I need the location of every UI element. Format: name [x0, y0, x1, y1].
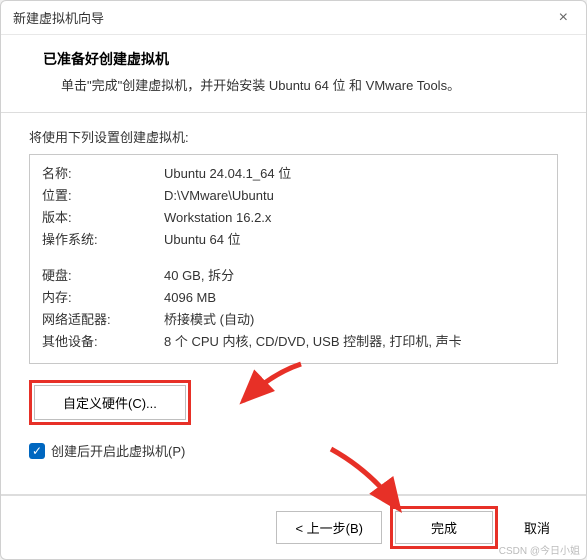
settings-label: 将使用下列设置创建虚拟机:: [29, 127, 558, 146]
setting-row: 网络适配器: 桥接模式 (自动): [42, 309, 545, 331]
header-section: 已准备好创建虚拟机 单击"完成"创建虚拟机，并开始安装 Ubuntu 64 位 …: [1, 35, 586, 112]
setting-val: 桥接模式 (自动): [164, 309, 545, 331]
checkbox-label: 创建后开启此虚拟机(P): [51, 441, 185, 460]
highlight-frame: 完成: [390, 506, 498, 549]
setting-row: 版本: Workstation 16.2.x: [42, 207, 545, 229]
setting-row: 内存: 4096 MB: [42, 287, 545, 309]
wizard-dialog: 新建虚拟机向导 × 已准备好创建虚拟机 单击"完成"创建虚拟机，并开始安装 Ub…: [0, 0, 587, 560]
page-subtitle: 单击"完成"创建虚拟机，并开始安装 Ubuntu 64 位 和 VMware T…: [29, 75, 558, 94]
setting-row: 其他设备: 8 个 CPU 内核, CD/DVD, USB 控制器, 打印机, …: [42, 331, 545, 353]
titlebar: 新建虚拟机向导 ×: [1, 1, 586, 35]
checkbox-checked-icon[interactable]: ✓: [29, 443, 45, 459]
setting-val: D:\VMware\Ubuntu: [164, 185, 545, 207]
close-icon[interactable]: ×: [553, 7, 574, 29]
setting-key: 其他设备:: [42, 331, 164, 353]
setting-row: 硬盘: 40 GB, 拆分: [42, 265, 545, 287]
watermark: CSDN @今日小姐: [499, 542, 580, 557]
setting-val: 40 GB, 拆分: [164, 265, 545, 287]
cancel-button[interactable]: 取消: [506, 512, 568, 543]
setting-key: 操作系统:: [42, 229, 164, 251]
setting-val: Workstation 16.2.x: [164, 207, 545, 229]
setting-val: Ubuntu 24.04.1_64 位: [164, 163, 545, 185]
highlight-frame: 自定义硬件(C)...: [29, 380, 191, 425]
setting-key: 版本:: [42, 207, 164, 229]
setting-val: 8 个 CPU 内核, CD/DVD, USB 控制器, 打印机, 声卡: [164, 331, 545, 353]
customize-hardware-button[interactable]: 自定义硬件(C)...: [34, 385, 186, 420]
setting-key: 位置:: [42, 185, 164, 207]
power-on-checkbox-row[interactable]: ✓ 创建后开启此虚拟机(P): [29, 441, 558, 460]
setting-row: 位置: D:\VMware\Ubuntu: [42, 185, 545, 207]
setting-key: 名称:: [42, 163, 164, 185]
main-section: 将使用下列设置创建虚拟机: 名称: Ubuntu 24.04.1_64 位 位置…: [1, 113, 586, 494]
finish-button[interactable]: 完成: [395, 511, 493, 544]
setting-row: 操作系统: Ubuntu 64 位: [42, 229, 545, 251]
setting-val: Ubuntu 64 位: [164, 229, 545, 251]
settings-summary-box: 名称: Ubuntu 24.04.1_64 位 位置: D:\VMware\Ub…: [29, 154, 558, 364]
back-button[interactable]: < 上一步(B): [276, 511, 382, 544]
setting-row: 名称: Ubuntu 24.04.1_64 位: [42, 163, 545, 185]
window-title: 新建虚拟机向导: [13, 8, 104, 27]
page-title: 已准备好创建虚拟机: [29, 49, 558, 69]
setting-key: 网络适配器:: [42, 309, 164, 331]
setting-val: 4096 MB: [164, 287, 545, 309]
setting-key: 硬盘:: [42, 265, 164, 287]
setting-key: 内存:: [42, 287, 164, 309]
